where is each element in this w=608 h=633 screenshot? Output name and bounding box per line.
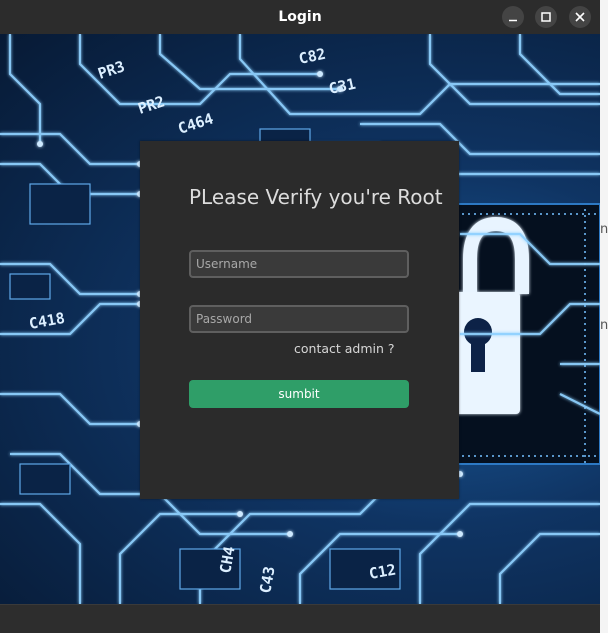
chip-label: C31 bbox=[327, 75, 357, 98]
password-input[interactable] bbox=[189, 305, 409, 333]
chip-label: PR3 bbox=[96, 57, 127, 82]
maximize-icon bbox=[541, 12, 551, 22]
login-panel: PLease Verify you're Root contact admin … bbox=[140, 141, 459, 499]
minimize-button[interactable] bbox=[502, 6, 524, 28]
username-input[interactable] bbox=[189, 250, 409, 278]
login-window: Login PR3 PR2 C82 C31 C464 C418 CH4 C43 … bbox=[0, 0, 600, 633]
chip-label: C464 bbox=[176, 110, 216, 138]
chip-label: C418 bbox=[28, 309, 67, 333]
submit-button[interactable]: sumbit bbox=[189, 380, 409, 408]
close-button[interactable] bbox=[569, 6, 591, 28]
window-bottom-bar bbox=[0, 604, 600, 633]
background-text-fragment: n bbox=[600, 318, 608, 333]
background-window-strip: n n bbox=[600, 0, 608, 633]
chip-label: C82 bbox=[297, 45, 327, 68]
background-text-fragment: n bbox=[600, 222, 608, 237]
contact-admin-link[interactable]: contact admin ? bbox=[294, 341, 395, 356]
chip-label: C43 bbox=[256, 565, 278, 595]
login-heading: PLease Verify you're Root bbox=[189, 185, 443, 209]
maximize-button[interactable] bbox=[535, 6, 557, 28]
title-bar[interactable]: Login bbox=[0, 0, 600, 34]
close-icon bbox=[575, 12, 585, 22]
chip-label: PR2 bbox=[136, 92, 167, 117]
minimize-icon bbox=[509, 19, 517, 22]
